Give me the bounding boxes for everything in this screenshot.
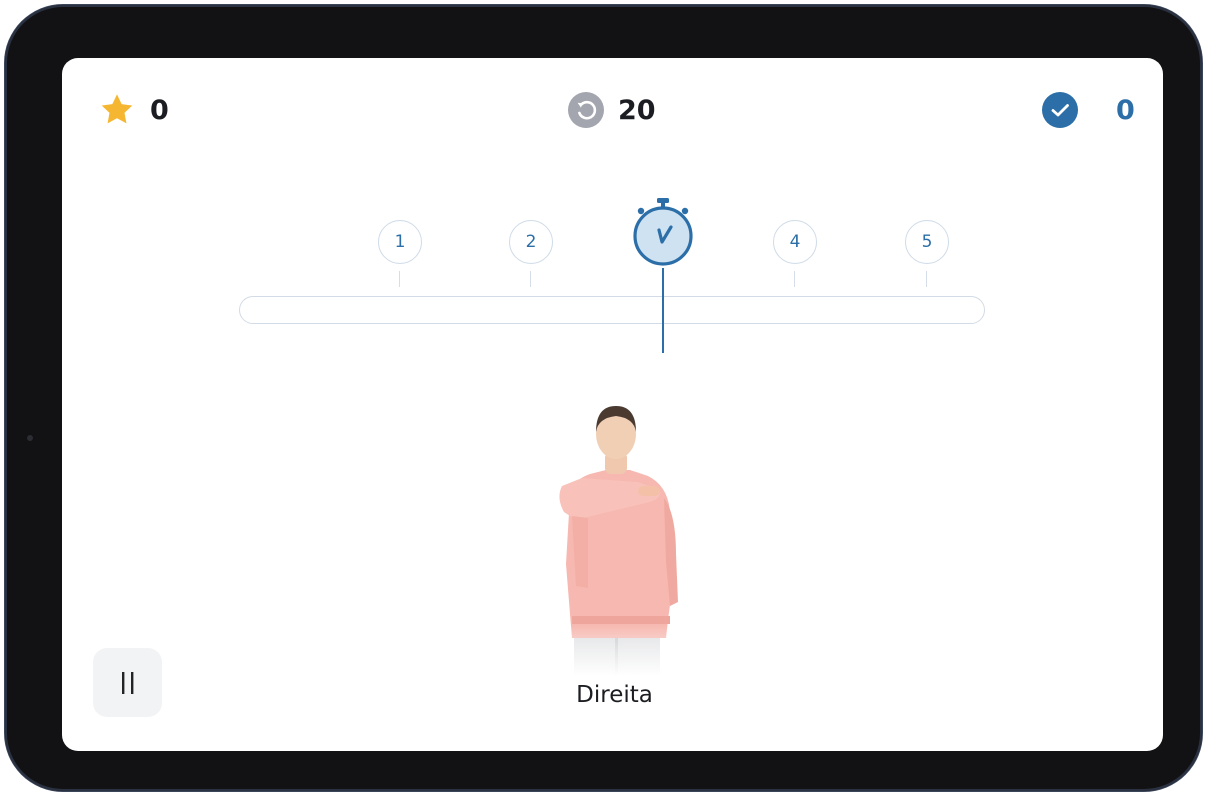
- progress-timeline: 1 2 4 5: [62, 58, 1163, 378]
- step-4: 4: [773, 220, 817, 264]
- stopwatch-icon: [633, 198, 693, 266]
- step-tick: [794, 271, 795, 287]
- tablet-frame: 0 20 0 1 2 4 5 Direita: [5, 5, 1202, 791]
- exercise-caption: Direita: [576, 682, 653, 708]
- game-screen: 0 20 0 1 2 4 5 Direita: [62, 58, 1163, 751]
- current-position-marker: [662, 268, 664, 353]
- step-tick: [926, 271, 927, 287]
- step-1: 1: [378, 220, 422, 264]
- pause-icon: [121, 671, 133, 694]
- step-2: 2: [509, 220, 553, 264]
- step-tick: [399, 271, 400, 287]
- pause-button[interactable]: [93, 648, 162, 717]
- step-5: 5: [905, 220, 949, 264]
- timeline-track: [239, 296, 985, 324]
- woman-pointing-right-photo: [542, 406, 702, 676]
- front-camera: [27, 435, 33, 441]
- step-tick: [530, 271, 531, 287]
